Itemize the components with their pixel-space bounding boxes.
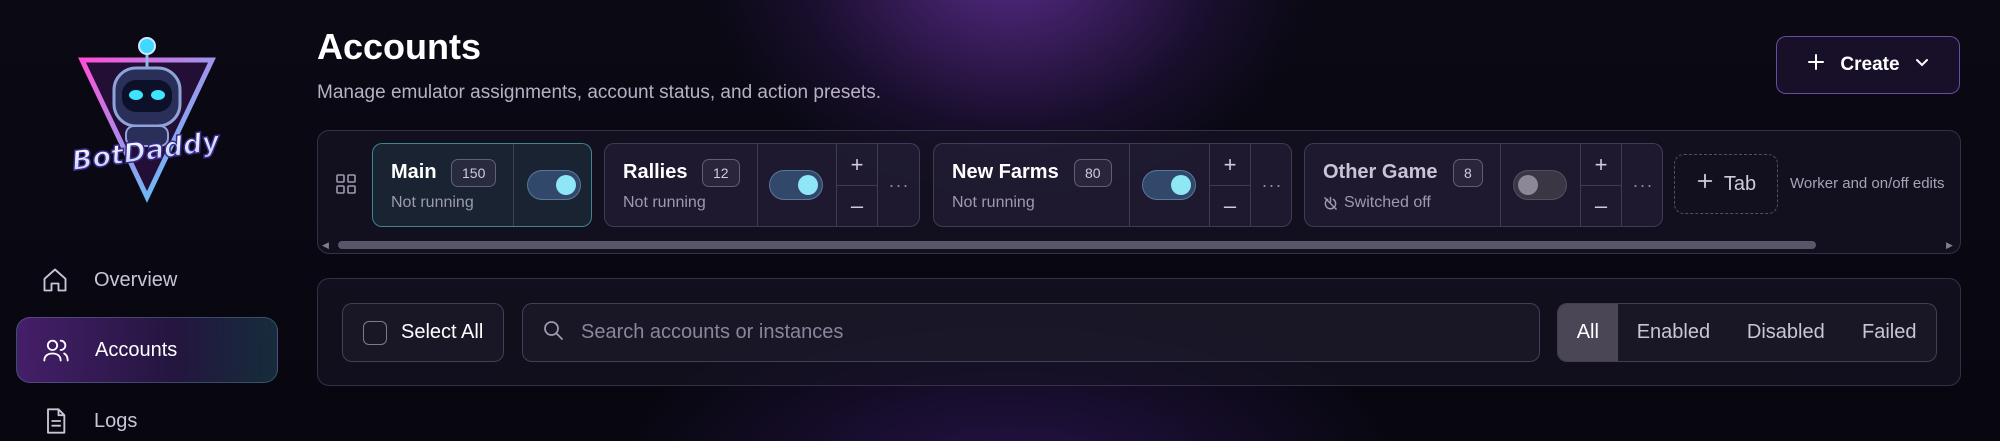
increment-button[interactable]: + [1581, 144, 1621, 185]
select-all-label: Select All [401, 321, 484, 343]
chevron-down-icon [1914, 54, 1930, 76]
toggle-knob [1518, 175, 1538, 195]
increment-button[interactable]: + [837, 144, 877, 185]
tab-status: Not running [391, 194, 474, 211]
sidebar-item-label: Accounts [95, 338, 178, 361]
power-off-icon [1324, 196, 1337, 210]
add-tab-button[interactable]: Tab [1674, 154, 1778, 214]
sidebar: BotDaddy Overview Accounts Logs [0, 0, 290, 441]
toggle-knob [556, 175, 576, 195]
page-subtitle: Manage emulator assignments, account sta… [317, 82, 881, 103]
decrement-button[interactable]: – [1581, 185, 1621, 226]
tab-status: Not running [623, 194, 706, 211]
create-button-label: Create [1840, 54, 1900, 75]
divider [1129, 144, 1130, 226]
scroll-left-icon[interactable]: ◀ [322, 240, 332, 250]
decrement-button[interactable]: – [1210, 185, 1250, 226]
add-tab-label: Tab [1723, 172, 1757, 195]
select-all-checkbox[interactable]: Select All [342, 303, 504, 362]
sidebar-item-accounts[interactable]: Accounts [16, 317, 278, 383]
tab-enable-toggle[interactable] [1513, 170, 1567, 200]
grid-icon[interactable] [334, 172, 358, 196]
tab-status-row: Switched off [1323, 194, 1431, 212]
account-tab-main[interactable]: Main 150 Not running [372, 143, 592, 227]
checkbox[interactable] [363, 320, 387, 345]
tab-count-badge: 150 [451, 159, 497, 187]
tabs-hint: Worker and on/off edits [1790, 175, 1945, 192]
more-options-icon[interactable]: ··· [878, 144, 920, 226]
home-icon [40, 265, 70, 295]
tab-name: Other Game [1323, 161, 1438, 183]
status-filter-segmented: All Enabled Disabled Failed [1557, 303, 1937, 362]
tab-status: Switched off [1344, 194, 1431, 211]
tab-count-badge: 80 [1074, 159, 1112, 187]
filter-enabled[interactable]: Enabled [1618, 304, 1729, 361]
sidebar-item-overview[interactable]: Overview [16, 247, 278, 313]
more-options-icon[interactable]: ··· [1622, 144, 1664, 226]
more-options-icon[interactable]: ··· [1251, 144, 1293, 226]
account-tab-other-game[interactable]: Other Game 8 Switched off + – ··· [1304, 143, 1663, 227]
page-title: Accounts [317, 26, 482, 67]
toggle-knob [1171, 175, 1191, 195]
tab-name: Main [391, 161, 437, 183]
decrement-button[interactable]: – [837, 185, 877, 226]
account-tab-rallies[interactable]: Rallies 12 Not running + – ··· [604, 143, 920, 227]
plus-icon [1806, 52, 1826, 78]
tabs-scrollbar[interactable]: ◀ ▶ [322, 240, 1956, 250]
tab-count-badge: 8 [1453, 159, 1483, 187]
search-icon [541, 318, 565, 347]
sidebar-item-label: Overview [94, 268, 178, 291]
tab-worker-stepper: + – [837, 144, 877, 226]
file-text-icon [40, 406, 70, 436]
account-tab-new-farms[interactable]: New Farms 80 Not running + – ··· [933, 143, 1292, 227]
sidebar-item-logs[interactable]: Logs [16, 388, 278, 441]
botdaddy-logo[interactable]: BotDaddy [62, 32, 232, 204]
tab-worker-stepper: + – [1210, 144, 1250, 226]
create-button[interactable]: Create [1776, 36, 1960, 94]
users-icon [41, 335, 71, 365]
toggle-knob [798, 175, 818, 195]
filter-failed[interactable]: Failed [1843, 304, 1937, 361]
tab-status: Not running [952, 194, 1035, 211]
tab-enable-toggle[interactable] [1142, 170, 1196, 200]
sidebar-item-label: Logs [94, 409, 138, 432]
filter-disabled[interactable]: Disabled [1729, 304, 1842, 361]
filter-all[interactable]: All [1558, 304, 1618, 361]
tab-name: Rallies [623, 161, 688, 183]
tab-worker-stepper: + – [1581, 144, 1621, 226]
tab-enable-toggle[interactable] [527, 170, 581, 200]
tab-name: New Farms [952, 161, 1059, 183]
search-box[interactable] [522, 303, 1540, 362]
tab-enable-toggle[interactable] [769, 170, 823, 200]
divider [1500, 144, 1501, 226]
tab-count-badge: 12 [702, 159, 740, 187]
scroll-thumb[interactable] [338, 241, 1816, 249]
search-input[interactable] [581, 321, 1539, 344]
divider [513, 144, 514, 226]
divider [757, 144, 758, 226]
scroll-right-icon[interactable]: ▶ [1946, 240, 1956, 250]
increment-button[interactable]: + [1210, 144, 1250, 185]
plus-icon [1696, 172, 1714, 196]
